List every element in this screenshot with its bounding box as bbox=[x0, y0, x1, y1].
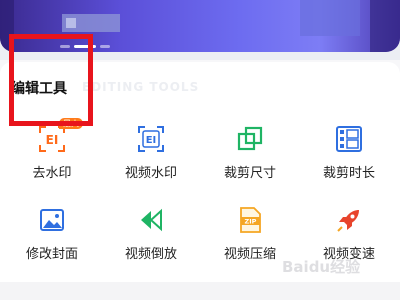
tool-compress-video[interactable]: ZIP 视频压缩 bbox=[205, 183, 295, 263]
ei-remove-watermark-icon: EI 最火 bbox=[37, 118, 83, 154]
tool-label: 修改封面 bbox=[25, 247, 78, 262]
section-watermark: EDITING TOOLS bbox=[82, 80, 200, 94]
banner-dot[interactable] bbox=[100, 45, 110, 48]
crop-size-icon bbox=[235, 124, 265, 154]
tool-change-speed[interactable]: 视频变速 bbox=[304, 183, 394, 263]
banner-pixel-block bbox=[300, 0, 360, 36]
highlight-box bbox=[9, 34, 93, 126]
tool-label: 视频倒放 bbox=[124, 247, 177, 262]
svg-text:ZIP: ZIP bbox=[245, 218, 257, 226]
tool-label: 视频水印 bbox=[124, 166, 177, 181]
tool-label: 裁剪尺寸 bbox=[223, 166, 276, 181]
tool-label: 裁剪时长 bbox=[322, 166, 375, 181]
rewind-icon bbox=[136, 205, 166, 235]
tool-crop-size[interactable]: 裁剪尺寸 bbox=[205, 102, 295, 182]
baidu-watermark: Baidu经验 bbox=[282, 258, 361, 276]
bottom-strip bbox=[0, 282, 400, 300]
ei-video-watermark-icon: EI bbox=[136, 124, 166, 154]
tool-video-watermark[interactable]: EI 视频水印 bbox=[106, 102, 196, 182]
film-trim-icon bbox=[334, 124, 364, 154]
tool-label: 视频压缩 bbox=[223, 247, 276, 262]
svg-text:EI: EI bbox=[146, 135, 157, 146]
image-cover-icon bbox=[37, 205, 67, 235]
tool-trim-duration[interactable]: 裁剪时长 bbox=[304, 102, 394, 182]
tool-change-cover[interactable]: 修改封面 bbox=[7, 183, 97, 263]
tool-label: 去水印 bbox=[32, 166, 72, 181]
zip-file-icon: ZIP bbox=[235, 205, 265, 235]
rocket-icon bbox=[334, 205, 364, 235]
banner-pixel-block bbox=[66, 18, 76, 28]
svg-text:EI: EI bbox=[46, 133, 59, 147]
banner-pixel-block bbox=[370, 0, 400, 52]
tool-reverse-video[interactable]: 视频倒放 bbox=[106, 183, 196, 263]
